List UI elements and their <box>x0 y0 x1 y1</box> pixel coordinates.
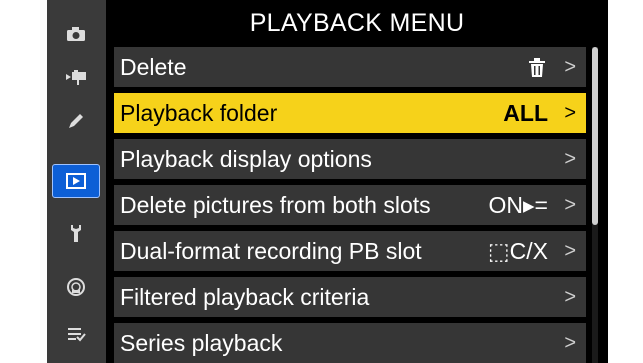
sidebar-item-custom-settings[interactable] <box>52 104 100 138</box>
menu-item-label: Playback folder <box>120 100 278 126</box>
my-menu-icon <box>66 325 86 343</box>
wrench-icon <box>68 223 84 243</box>
menu-item-label: Playback display options <box>120 146 372 172</box>
chevron-right-icon: > <box>564 56 576 78</box>
sidebar-item-network[interactable] <box>52 270 100 304</box>
menu-item-playback-folder[interactable]: Playback folder ALL > <box>114 93 586 133</box>
menu-item-value: ON▸= <box>488 192 548 218</box>
menu-item-value: ALL <box>503 100 548 126</box>
chevron-right-icon: > <box>564 102 576 124</box>
menu-item-label: Delete <box>120 54 187 80</box>
pencil-icon <box>66 111 86 131</box>
menu-item-series-playback[interactable]: Series playback > <box>114 323 586 363</box>
sidebar-item-setup[interactable] <box>52 216 100 250</box>
menu-item-label: Dual-format recording PB slot <box>120 238 422 264</box>
sidebar-item-my-menu[interactable] <box>52 317 100 351</box>
trash-icon <box>528 57 546 84</box>
menu-item-dual-format-pb-slot[interactable]: Dual-format recording PB slot ⬚C/X > <box>114 231 586 271</box>
chevron-right-icon: > <box>564 240 576 262</box>
chevron-right-icon: > <box>564 148 576 170</box>
menu-item-delete[interactable]: Delete > <box>114 47 586 87</box>
menu-item-delete-both-slots[interactable]: Delete pictures from both slots ON▸= > <box>114 185 586 225</box>
network-icon <box>66 277 86 297</box>
chevron-right-icon: > <box>564 332 576 354</box>
sidebar-item-photo-shooting[interactable] <box>52 17 100 51</box>
camera-screen: PLAYBACK MENU Delete > Playback folder A… <box>47 0 608 363</box>
menu-item-label: Delete pictures from both slots <box>120 192 431 218</box>
menu-sidebar <box>47 0 106 363</box>
movie-camera-icon <box>65 69 87 85</box>
chevron-right-icon: > <box>564 194 576 216</box>
sidebar-item-playback[interactable] <box>52 164 100 198</box>
menu-title: PLAYBACK MENU <box>106 0 608 46</box>
sidebar-item-movie-shooting[interactable] <box>52 60 100 94</box>
playback-icon <box>65 172 87 190</box>
menu-item-label: Series playback <box>120 330 283 356</box>
menu-item-value: ⬚C/X <box>487 238 548 264</box>
menu-item-filtered-playback-criteria[interactable]: Filtered playback criteria > <box>114 277 586 317</box>
menu-item-playback-display-options[interactable]: Playback display options > <box>114 139 586 179</box>
menu-item-label: Filtered playback criteria <box>120 284 370 310</box>
camera-icon <box>66 26 86 42</box>
scrollbar-thumb[interactable] <box>592 47 598 225</box>
chevron-right-icon: > <box>564 286 576 308</box>
